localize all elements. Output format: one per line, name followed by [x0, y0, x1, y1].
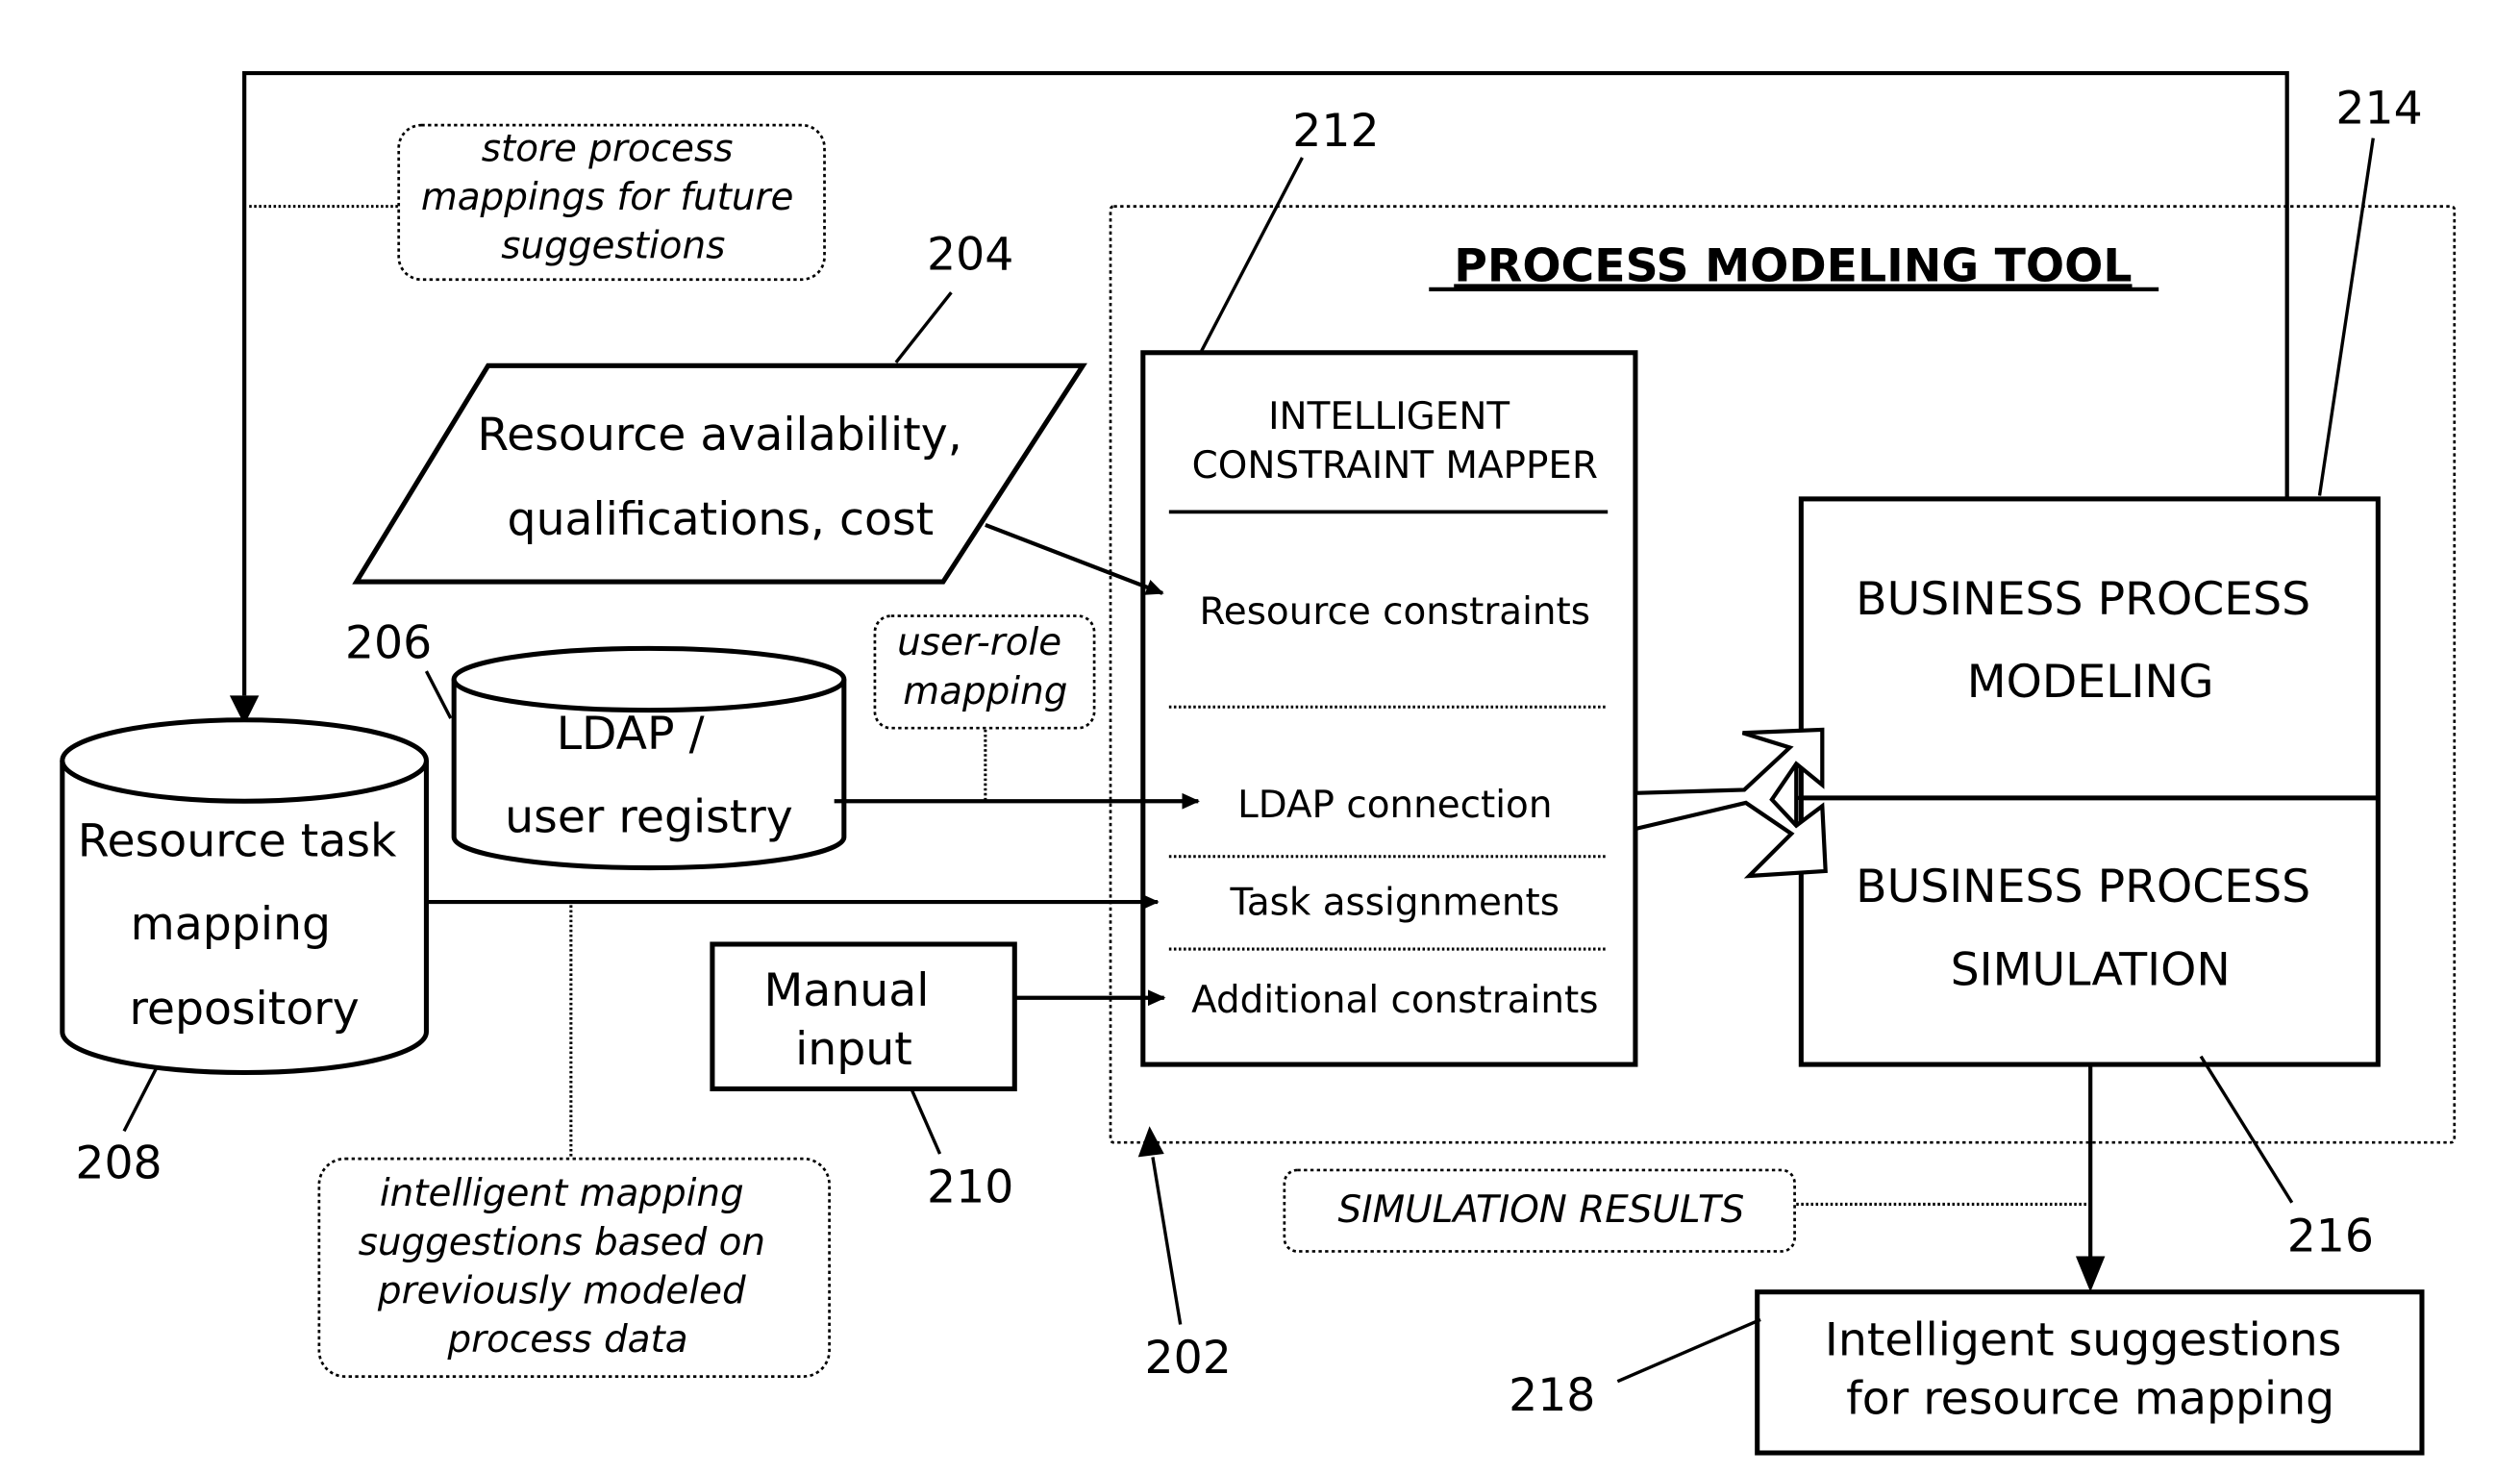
mapper-item-task-assignments: Task assignments: [1230, 882, 1560, 925]
mapper-item-resource-constraints: Resource constraints: [1200, 590, 1591, 634]
ref-210-leader: [909, 1087, 942, 1155]
store-note-line: suggestions: [501, 225, 725, 268]
mapper-title-line: INTELLIGENT: [1268, 395, 1510, 438]
resource-input-line: Resource availability,: [477, 409, 961, 462]
ref-214-leader: [2317, 137, 2375, 496]
repository-line: repository: [130, 983, 360, 1036]
resource-input-line: qualifications, cost: [508, 493, 935, 546]
ref-202: 202: [1144, 1332, 1231, 1385]
ref-208: 208: [75, 1137, 162, 1189]
bp-simulation-line: SIMULATION: [1951, 943, 2231, 996]
intelligent-note-line: intelligent mapping: [380, 1172, 744, 1215]
ref-202-leader: [1151, 1157, 1183, 1325]
svg-text:user-role mapping: user-role mapping: [897, 621, 1073, 713]
ref-212: 212: [1292, 105, 1379, 158]
bp-modeling-line: BUSINESS PROCESS: [1856, 573, 2310, 626]
suggestions-line: for resource mapping: [1846, 1372, 2334, 1425]
ref-216-leader: [2199, 1055, 2294, 1204]
suggestions-line: Intelligent suggestions: [1825, 1314, 2342, 1367]
ref-202-arrowhead: [1137, 1126, 1164, 1158]
ref-204-leader: [894, 291, 953, 363]
intelligent-note-line: process data: [446, 1318, 687, 1362]
ref-204: 204: [927, 229, 1013, 282]
resource-input-shape: [352, 362, 1087, 585]
store-note-line: mappings for future: [421, 176, 794, 219]
mapper-title-line: CONSTRAINT MAPPER: [1192, 444, 1598, 487]
ref-218-leader: [1616, 1317, 1761, 1384]
resource-to-mapper-arrow: [985, 522, 1164, 595]
process-modeling-tool-title: PROCESS MODELING TOOL: [1454, 239, 2132, 292]
manual-input-line: Manual: [763, 964, 929, 1017]
ref-210: 210: [927, 1162, 1013, 1214]
mapper-item-additional-constraints: Additional constraints: [1191, 979, 1598, 1022]
intelligent-note-line: suggestions based on: [359, 1221, 765, 1264]
manual-input-line: input: [795, 1023, 912, 1076]
svg-text:store process mappings for: store process mappings for future sugges…: [421, 127, 806, 267]
intelligent-note-line: previously modeled: [377, 1270, 746, 1313]
user-role-note-line: user-role: [897, 621, 1061, 664]
ref-206-leader: [424, 670, 453, 719]
bp-simulation-line: BUSINESS PROCESS: [1856, 861, 2310, 913]
ldap-line: LDAP /: [557, 708, 705, 761]
mapper-item-ldap-connection: LDAP connection: [1237, 784, 1552, 827]
ref-216: 216: [2287, 1210, 2374, 1262]
simulation-results-label: SIMULATION RESULTS: [1338, 1188, 1745, 1232]
ldap-line: user registry: [505, 790, 793, 843]
user-role-note-line: mapping: [903, 670, 1067, 713]
diagram: store process mappings for future sugges…: [60, 70, 2457, 1456]
repository-line: mapping: [131, 898, 331, 951]
svg-text:intelligent mapping sugges: intelligent mapping suggestions based on…: [359, 1172, 778, 1362]
ref-206: 206: [345, 617, 432, 670]
ref-212-leader: [1200, 157, 1304, 352]
repository-line: Resource task: [78, 815, 397, 868]
simulation-arrowhead: [2075, 1256, 2106, 1292]
ref-214: 214: [2335, 82, 2422, 135]
bp-modeling-line: MODELING: [1967, 656, 2214, 709]
ref-208-leader: [122, 1066, 159, 1133]
ref-218: 218: [1509, 1369, 1595, 1422]
store-note-line: store process: [482, 127, 734, 170]
